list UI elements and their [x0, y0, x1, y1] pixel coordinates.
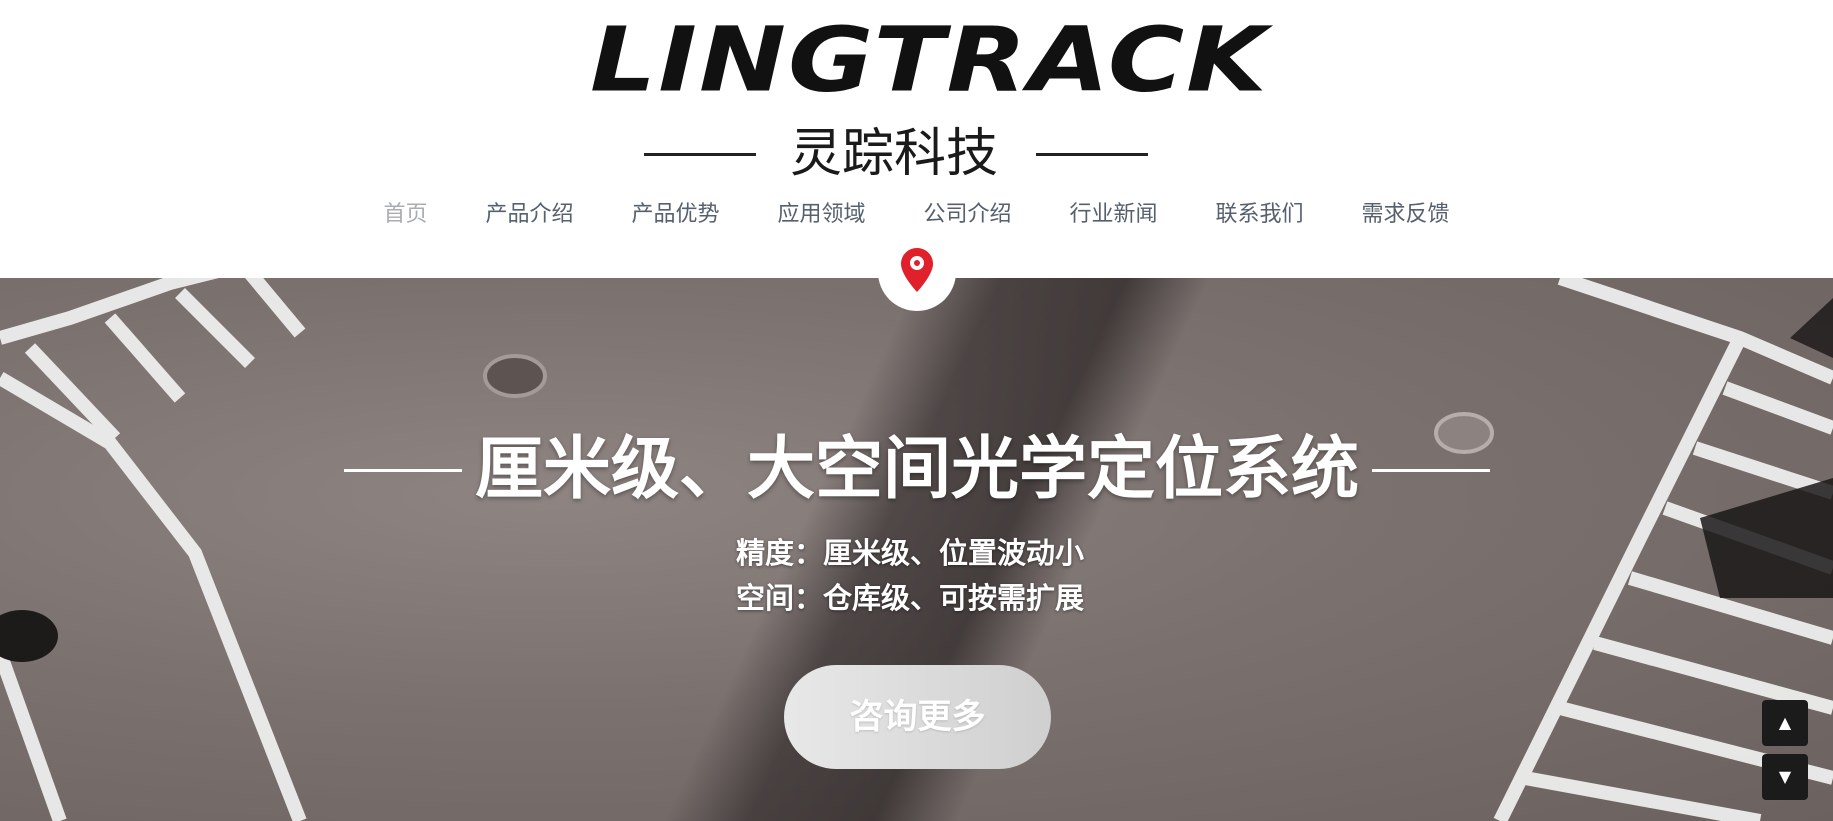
logo-divider-right	[1036, 153, 1148, 156]
hero-feature-precision: 精度：厘米级、位置波动小	[736, 536, 1085, 570]
hero-title-divider-right	[1372, 469, 1490, 472]
logo-divider-left	[644, 153, 756, 156]
nav-item-home[interactable]: 首页	[383, 198, 427, 232]
hero-banner: 厘米级、大空间光学定位系统 精度：厘米级、位置波动小 空间：仓库级、可按需扩展 …	[0, 278, 1833, 821]
triangle-down-icon: ▼	[1778, 767, 1792, 786]
consult-more-button[interactable]: 咨询更多	[784, 665, 1051, 769]
pin-badge	[878, 233, 956, 311]
nav-item-feedback[interactable]: 需求反馈	[1362, 198, 1450, 232]
hero-title: 厘米级、大空间光学定位系统	[474, 430, 1359, 509]
hero-title-divider-left	[344, 469, 462, 472]
nav-item-advantages[interactable]: 产品优势	[631, 198, 719, 232]
triangle-up-icon: ▲	[1778, 713, 1792, 732]
scroll-up-button[interactable]: ▲	[1762, 700, 1808, 746]
nav-item-products[interactable]: 产品介绍	[485, 198, 573, 232]
map-pin-icon	[901, 248, 933, 292]
main-nav: 首页 产品介绍 产品优势 应用领域 公司介绍 行业新闻 联系我们 需求反馈	[0, 198, 1833, 232]
hero-feature-space: 空间：仓库级、可按需扩展	[736, 581, 1085, 615]
nav-item-news[interactable]: 行业新闻	[1070, 198, 1158, 232]
nav-item-contact[interactable]: 联系我们	[1216, 198, 1304, 232]
nav-item-applications[interactable]: 应用领域	[777, 198, 865, 232]
nav-item-company[interactable]: 公司介绍	[924, 198, 1012, 232]
logo-wordmark[interactable]: LINGTRACK	[590, 15, 1267, 104]
logo-subtitle: 灵踪科技	[789, 124, 998, 184]
scroll-down-button[interactable]: ▼	[1762, 754, 1808, 800]
